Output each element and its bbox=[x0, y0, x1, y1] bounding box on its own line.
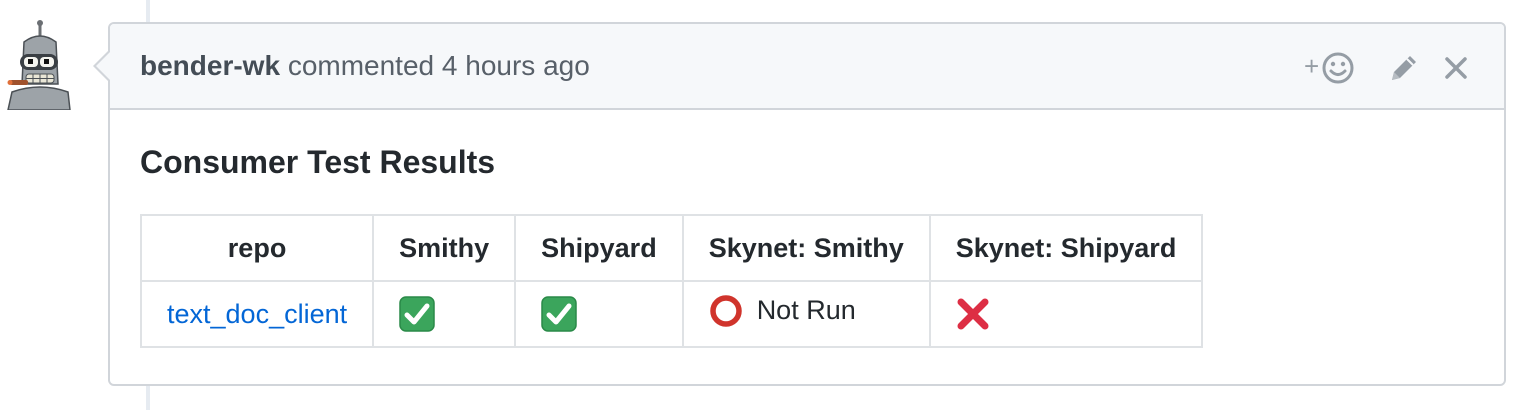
comment-caret-fill bbox=[96, 52, 110, 80]
avatar[interactable] bbox=[2, 20, 72, 110]
author-link[interactable]: bender-wk bbox=[140, 50, 280, 81]
column-header-skynet-shipyard: Skynet: Shipyard bbox=[928, 214, 1204, 282]
not-run-status: Not Run bbox=[709, 294, 856, 328]
column-header-smithy: Smithy bbox=[372, 214, 517, 282]
reaction-plus-label: + bbox=[1304, 51, 1319, 81]
table-header-row: repo Smithy Shipyard Skynet: Smithy Skyn… bbox=[139, 214, 1204, 282]
check-mark-icon bbox=[541, 296, 577, 332]
add-reaction-button[interactable]: + bbox=[1302, 48, 1358, 88]
close-comment-button[interactable] bbox=[1436, 48, 1476, 88]
pencil-icon bbox=[1392, 56, 1416, 80]
close-icon bbox=[1445, 57, 1467, 79]
comment-meta: bender-wk commented 4 hours ago bbox=[140, 50, 590, 82]
cell-skynet-smithy: Not Run bbox=[681, 280, 931, 348]
column-header-skynet-smithy: Skynet: Smithy bbox=[681, 214, 931, 282]
circle-icon bbox=[709, 294, 742, 327]
comment-body: Consumer Test Results repo Smithy Shipya… bbox=[139, 144, 1204, 348]
cell-shipyard bbox=[514, 280, 684, 348]
check-mark-icon bbox=[399, 296, 435, 332]
cross-mark-icon bbox=[957, 298, 989, 330]
edit-comment-button[interactable] bbox=[1384, 48, 1424, 88]
column-header-repo: repo bbox=[139, 214, 375, 282]
comment-action: commented bbox=[287, 50, 435, 81]
results-table: repo Smithy Shipyard Skynet: Smithy Skyn… bbox=[139, 214, 1204, 348]
comment-timestamp[interactable]: 4 hours ago bbox=[442, 50, 590, 81]
comment-timeline: bender-wk commented 4 hours ago + Consum… bbox=[0, 0, 1534, 410]
comment-header: bender-wk commented 4 hours ago + bbox=[110, 24, 1504, 110]
not-run-label: Not Run bbox=[756, 295, 856, 325]
table-row: text_doc_client Not Run bbox=[139, 280, 1204, 348]
results-title: Consumer Test Results bbox=[140, 144, 496, 180]
smiley-icon: + bbox=[1304, 51, 1354, 84]
repo-link[interactable]: text_doc_client bbox=[167, 299, 347, 329]
cell-repo: text_doc_client bbox=[139, 280, 375, 348]
cell-skynet-shipyard bbox=[928, 280, 1204, 348]
cell-smithy bbox=[372, 280, 517, 348]
comment-actions: + bbox=[1302, 48, 1476, 88]
column-header-shipyard: Shipyard bbox=[514, 214, 684, 282]
